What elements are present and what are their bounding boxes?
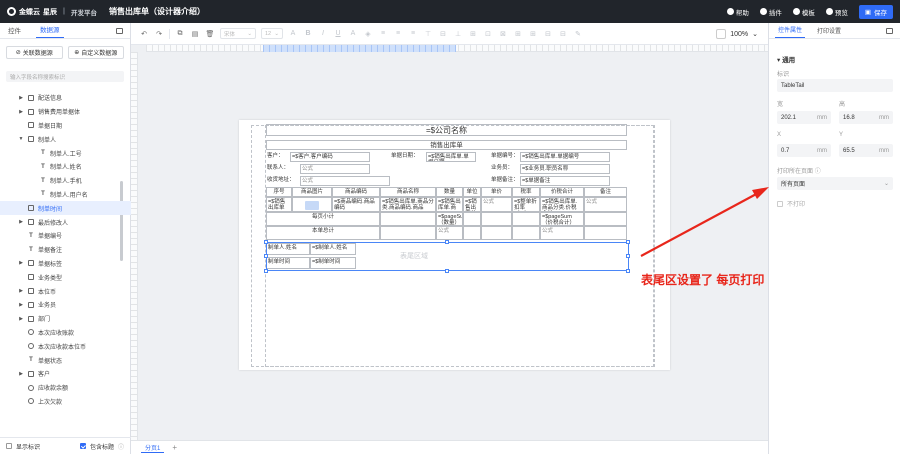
annotation-arrow — [640, 187, 769, 257]
annotation-text: 表尾区设置了 每页打印 — [641, 273, 765, 287]
